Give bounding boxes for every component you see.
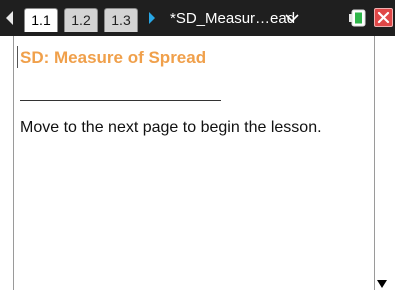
page-border-right [374,36,375,290]
calculator-screen: 1.1 1.2 1.3 *SD_Measur…ead SD: Measure o… [0,0,395,290]
battery-icon [349,9,366,27]
tab-1-2[interactable]: 1.2 [64,8,98,32]
close-icon [377,11,390,24]
close-button[interactable] [374,8,393,27]
page-heading: SD: Measure of Spread [20,48,207,67]
tab-bar: 1.1 1.2 1.3 *SD_Measur…ead [0,0,395,36]
instruction-text: Move to the next page to begin the lesso… [20,119,322,136]
document-title[interactable]: *SD_Measur…ead [170,10,295,27]
left-arrow-icon[interactable] [6,11,13,25]
horizontal-rule [20,100,221,101]
text-cursor [17,46,18,68]
tab-1-1[interactable]: 1.1 [24,8,58,32]
chevron-down-icon[interactable] [284,10,300,26]
scroll-down-icon[interactable] [377,280,387,288]
right-arrow-icon[interactable] [149,12,155,24]
tab-1-3[interactable]: 1.3 [104,8,138,32]
notes-page[interactable] [14,36,374,290]
